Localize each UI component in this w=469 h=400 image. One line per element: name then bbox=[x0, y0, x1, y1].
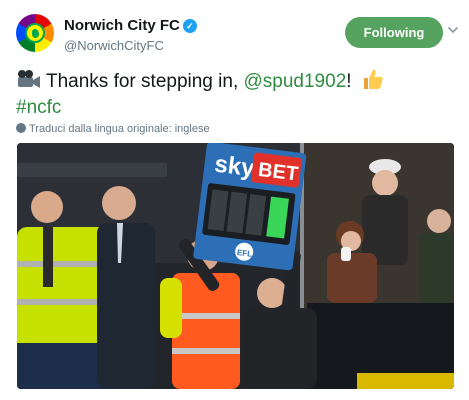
movie-camera-icon bbox=[18, 70, 40, 88]
tweet-header: Norwich City FC ✓ @NorwichCityFC Followin… bbox=[16, 14, 459, 58]
avatar[interactable] bbox=[16, 14, 54, 52]
hashtag-link[interactable]: #ncfc bbox=[16, 97, 61, 118]
translation-note[interactable]: Traduci dalla lingua originale: inglese bbox=[16, 123, 210, 135]
display-name[interactable]: Norwich City FC bbox=[64, 17, 180, 34]
tweet-body-text: Thanks for stepping in, bbox=[46, 71, 244, 92]
verified-badge-icon: ✓ bbox=[182, 19, 197, 33]
tweet-text: Thanks for stepping in, @spud1902! #ncfc bbox=[16, 67, 456, 121]
account-handle[interactable]: @NorwichCityFC bbox=[64, 38, 197, 53]
tweet-photo[interactable]: sky BET EFL bbox=[17, 143, 454, 389]
mention-link[interactable]: @spud1902 bbox=[244, 71, 347, 92]
account-names[interactable]: Norwich City FC ✓ @NorwichCityFC bbox=[64, 17, 197, 53]
globe-icon bbox=[16, 123, 26, 133]
translation-label: Traduci dalla lingua originale: inglese bbox=[29, 123, 210, 135]
chevron-down-icon[interactable] bbox=[447, 24, 459, 36]
board-badge-efl: EFL bbox=[237, 248, 253, 259]
substitution-board: sky BET EFL bbox=[193, 143, 307, 271]
board-brand-sky: sky bbox=[213, 151, 257, 183]
tweet-body-text-end: ! bbox=[346, 71, 357, 92]
photo-scene: sky BET EFL bbox=[17, 143, 454, 389]
following-button[interactable]: Following bbox=[345, 17, 443, 48]
thumbs-up-icon bbox=[363, 69, 383, 89]
